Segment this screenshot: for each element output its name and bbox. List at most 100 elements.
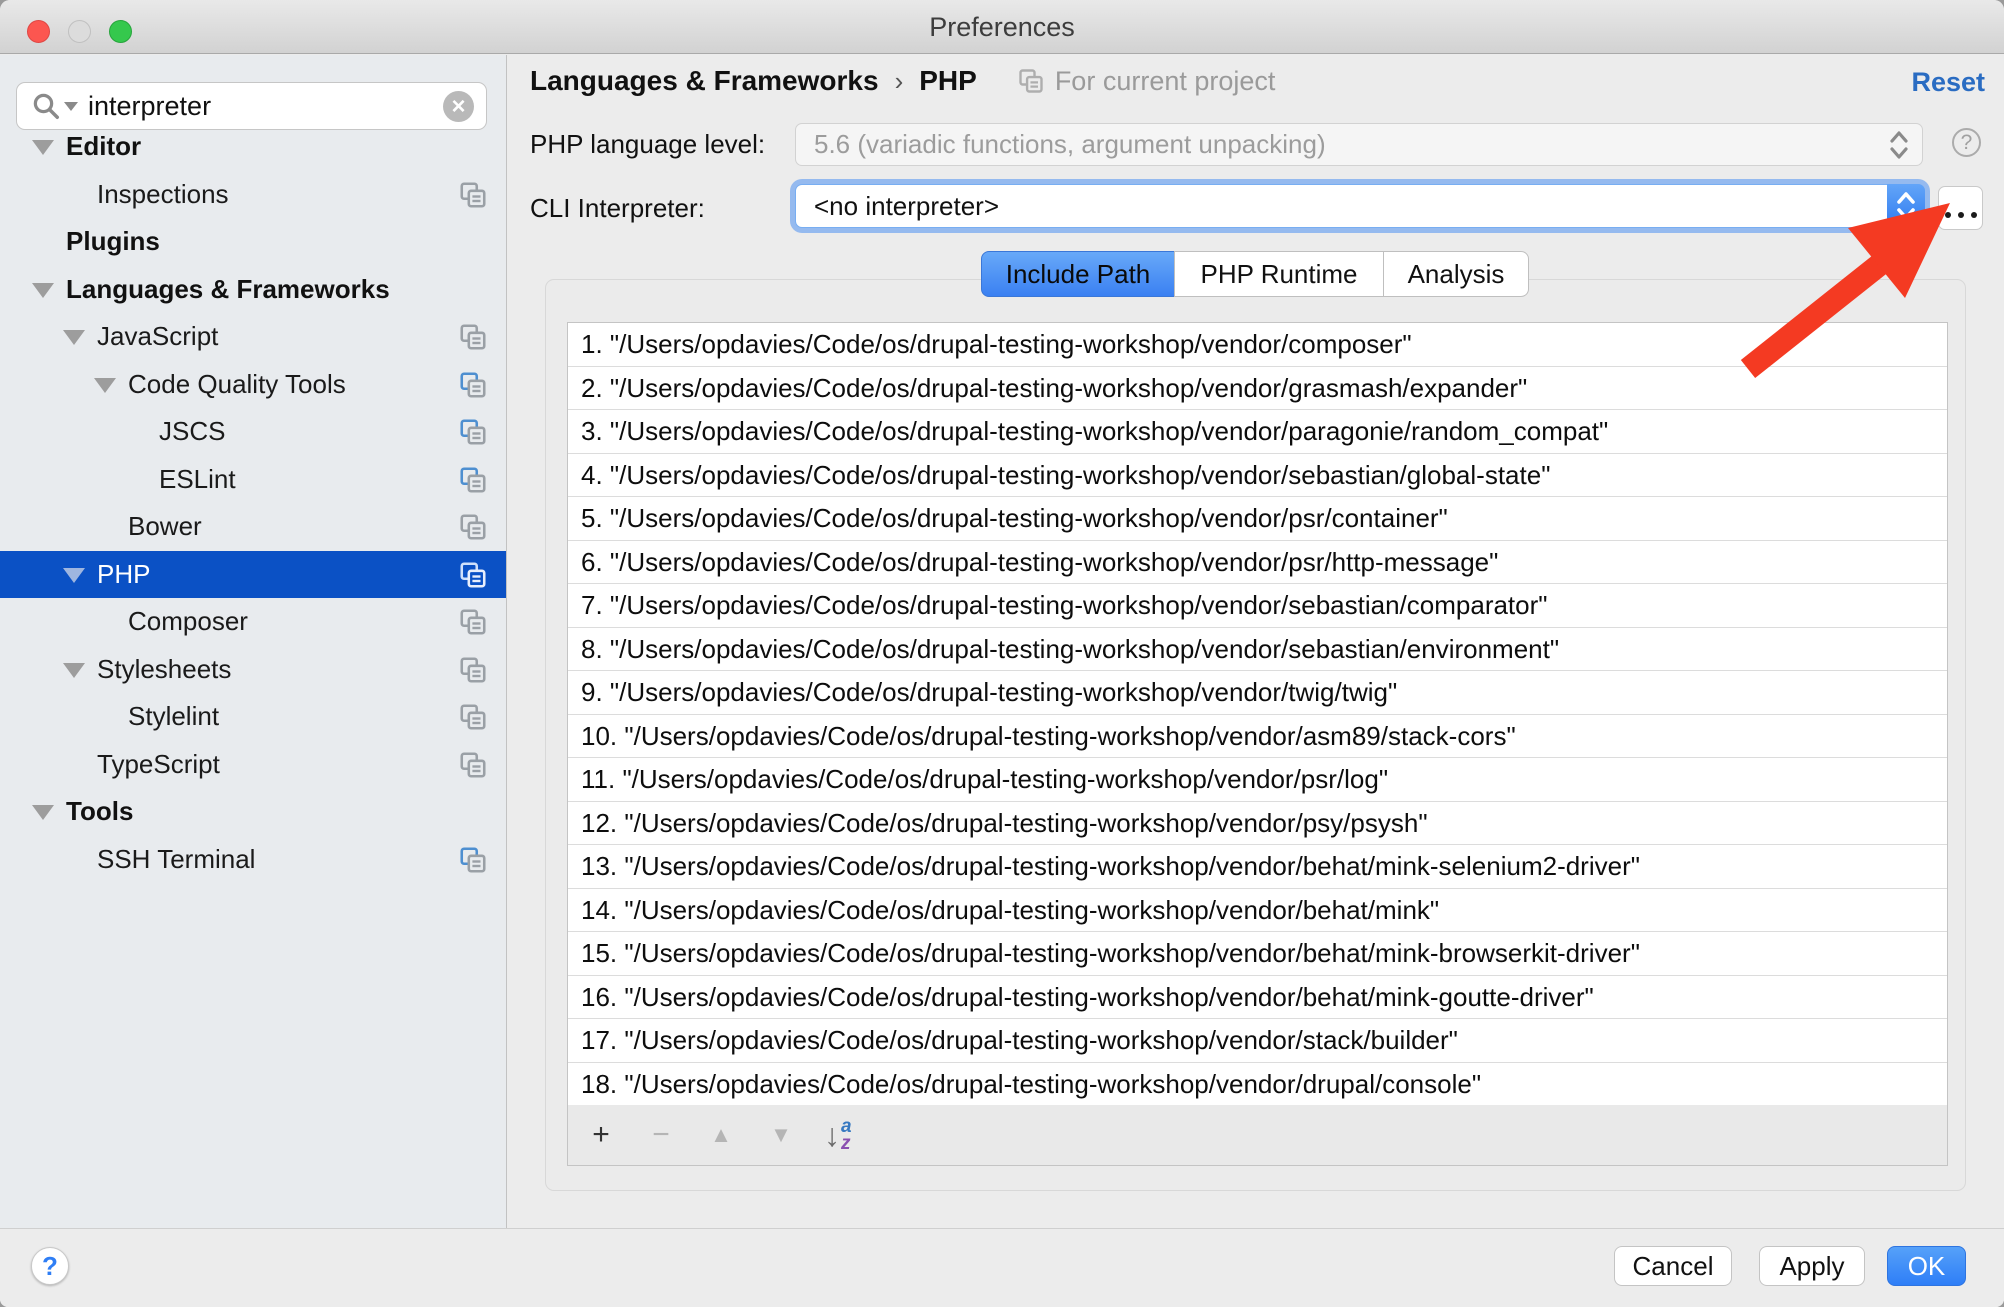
language-level-select[interactable]: 5.6 (variadic functions, argument unpack…: [795, 123, 1923, 166]
include-path-row[interactable]: 8. "/Users/opdavies/Code/os/drupal-testi…: [568, 628, 1947, 672]
title-bar: Preferences: [0, 0, 2004, 54]
sidebar-item-code-quality-tools[interactable]: Code Quality Tools: [0, 361, 506, 409]
language-level-value: 5.6 (variadic functions, argument unpack…: [814, 129, 1886, 160]
sidebar-item-tools[interactable]: Tools: [0, 788, 506, 836]
cli-interpreter-value: <no interpreter>: [814, 191, 1887, 222]
sort-alphabetically-button[interactable]: ↓ a z: [824, 1117, 852, 1154]
sidebar-item-label: ESLint: [159, 464, 236, 495]
breadcrumb: Languages & Frameworks › PHP For current…: [530, 65, 1275, 97]
sidebar-item-jscs[interactable]: JSCS: [0, 408, 506, 456]
search-options-caret-icon[interactable]: [64, 102, 78, 111]
sidebar-item-eslint[interactable]: ESLint: [0, 456, 506, 504]
expand-arrow-icon[interactable]: [63, 330, 85, 345]
include-path-row[interactable]: 5. "/Users/opdavies/Code/os/drupal-testi…: [568, 497, 1947, 541]
expand-arrow-icon[interactable]: [63, 663, 85, 678]
sidebar-item-label: Plugins: [66, 226, 160, 257]
sidebar-item-label: PHP: [97, 559, 150, 590]
sidebar-item-label: Editor: [66, 131, 141, 162]
include-path-row[interactable]: 17. "/Users/opdavies/Code/os/drupal-test…: [568, 1019, 1947, 1063]
include-path-row[interactable]: 7. "/Users/opdavies/Code/os/drupal-testi…: [568, 584, 1947, 628]
apply-button[interactable]: Apply: [1759, 1246, 1865, 1286]
include-path-row[interactable]: 10. "/Users/opdavies/Code/os/drupal-test…: [568, 715, 1947, 759]
ellipsis-icon: [1958, 212, 1964, 218]
php-settings-tabs: Include Path PHP Runtime Analysis: [981, 251, 1529, 297]
stepper-chevrons-icon: [1893, 188, 1919, 224]
sidebar-item-label: JavaScript: [97, 321, 218, 352]
tab-php-runtime[interactable]: PHP Runtime: [1174, 251, 1384, 297]
sidebar-item-php[interactable]: PHP: [0, 551, 506, 599]
per-project-settings-icon: [458, 465, 488, 502]
add-path-button[interactable]: +: [584, 1118, 618, 1152]
help-button[interactable]: ?: [31, 1247, 69, 1285]
ellipsis-icon: [1971, 212, 1977, 218]
move-up-button[interactable]: ▲: [704, 1122, 738, 1148]
include-path-row[interactable]: 14. "/Users/opdavies/Code/os/drupal-test…: [568, 889, 1947, 933]
include-path-row[interactable]: 13. "/Users/opdavies/Code/os/drupal-test…: [568, 845, 1947, 889]
sidebar-item-label: Tools: [66, 796, 133, 827]
expand-arrow-icon[interactable]: [94, 378, 116, 393]
preferences-window: Preferences × Editor Inspections Plugins La…: [0, 0, 2004, 1307]
sidebar-item-ssh-terminal[interactable]: SSH Terminal: [0, 836, 506, 884]
include-path-panel: 1. "/Users/opdavies/Code/os/drupal-testi…: [545, 279, 1966, 1191]
include-path-row[interactable]: 4. "/Users/opdavies/Code/os/drupal-testi…: [568, 454, 1947, 498]
per-project-settings-icon: [458, 512, 488, 549]
include-path-row[interactable]: 11. "/Users/opdavies/Code/os/drupal-test…: [568, 758, 1947, 802]
clear-search-icon[interactable]: ×: [443, 91, 474, 122]
sidebar-item-stylelint[interactable]: Stylelint: [0, 693, 506, 741]
ok-button[interactable]: OK: [1887, 1246, 1966, 1286]
tab-analysis[interactable]: Analysis: [1383, 251, 1529, 297]
sidebar-item-stylesheets[interactable]: Stylesheets: [0, 646, 506, 694]
sidebar-item-label: Stylesheets: [97, 654, 231, 685]
include-path-row[interactable]: 2. "/Users/opdavies/Code/os/drupal-testi…: [568, 367, 1947, 411]
field-help-icon[interactable]: ?: [1952, 128, 1981, 157]
search-input[interactable]: [88, 91, 443, 122]
sidebar-item-editor[interactable]: Editor: [0, 123, 506, 171]
browse-interpreters-button[interactable]: [1938, 186, 1983, 230]
breadcrumb-languages-frameworks[interactable]: Languages & Frameworks: [530, 65, 879, 97]
combo-stepper[interactable]: [1887, 184, 1925, 228]
expand-arrow-icon[interactable]: [32, 140, 54, 155]
ellipsis-icon: [1945, 212, 1951, 218]
per-project-settings-icon: [458, 370, 488, 407]
move-down-button[interactable]: ▼: [764, 1122, 798, 1148]
sidebar-item-label: Code Quality Tools: [128, 369, 346, 400]
expand-arrow-icon[interactable]: [63, 568, 85, 583]
sidebar-item-languages-frameworks[interactable]: Languages & Frameworks: [0, 266, 506, 314]
expand-arrow-icon[interactable]: [32, 283, 54, 298]
include-path-row[interactable]: 12. "/Users/opdavies/Code/os/drupal-test…: [568, 802, 1947, 846]
sidebar-item-label: Languages & Frameworks: [66, 274, 390, 305]
list-toolbar: + − ▲ ▼ ↓ a z: [568, 1105, 1947, 1165]
include-path-row[interactable]: 16. "/Users/opdavies/Code/os/drupal-test…: [568, 976, 1947, 1020]
settings-sidebar: × Editor Inspections Plugins Languages & Fr…: [0, 55, 507, 1228]
tab-include-path[interactable]: Include Path: [981, 251, 1175, 297]
scope-label: For current project: [1055, 66, 1276, 97]
expand-arrow-icon[interactable]: [32, 805, 54, 820]
sidebar-item-inspections[interactable]: Inspections: [0, 171, 506, 219]
include-path-row[interactable]: 9. "/Users/opdavies/Code/os/drupal-testi…: [568, 671, 1947, 715]
include-path-row[interactable]: 1. "/Users/opdavies/Code/os/drupal-testi…: [568, 323, 1947, 367]
sidebar-item-label: SSH Terminal: [97, 844, 255, 875]
sidebar-item-typescript[interactable]: TypeScript: [0, 741, 506, 789]
dialog-footer: ? Cancel Apply OK: [0, 1228, 2004, 1307]
include-path-row[interactable]: 15. "/Users/opdavies/Code/os/drupal-test…: [568, 932, 1947, 976]
cli-interpreter-combo[interactable]: <no interpreter>: [795, 184, 1925, 228]
include-path-row[interactable]: 3. "/Users/opdavies/Code/os/drupal-testi…: [568, 410, 1947, 454]
sidebar-item-composer[interactable]: Composer: [0, 598, 506, 646]
per-project-settings-icon: [458, 702, 488, 739]
per-project-settings-icon: [458, 417, 488, 454]
per-project-settings-icon: [458, 560, 488, 597]
sidebar-item-label: Bower: [128, 511, 202, 542]
reset-link[interactable]: Reset: [1911, 67, 1985, 98]
sidebar-item-bower[interactable]: Bower: [0, 503, 506, 551]
sidebar-item-javascript[interactable]: JavaScript: [0, 313, 506, 361]
sidebar-item-plugins[interactable]: Plugins: [0, 218, 506, 266]
remove-path-button[interactable]: −: [644, 1118, 678, 1152]
sidebar-item-label: TypeScript: [97, 749, 220, 780]
sidebar-item-label: Stylelint: [128, 701, 219, 732]
cancel-button[interactable]: Cancel: [1614, 1246, 1732, 1286]
scope-indicator: For current project: [1017, 66, 1276, 97]
sort-z-glyph: z: [841, 1135, 852, 1152]
include-path-row[interactable]: 18. "/Users/opdavies/Code/os/drupal-test…: [568, 1063, 1947, 1107]
per-project-settings-icon: [458, 845, 488, 882]
include-path-row[interactable]: 6. "/Users/opdavies/Code/os/drupal-testi…: [568, 541, 1947, 585]
